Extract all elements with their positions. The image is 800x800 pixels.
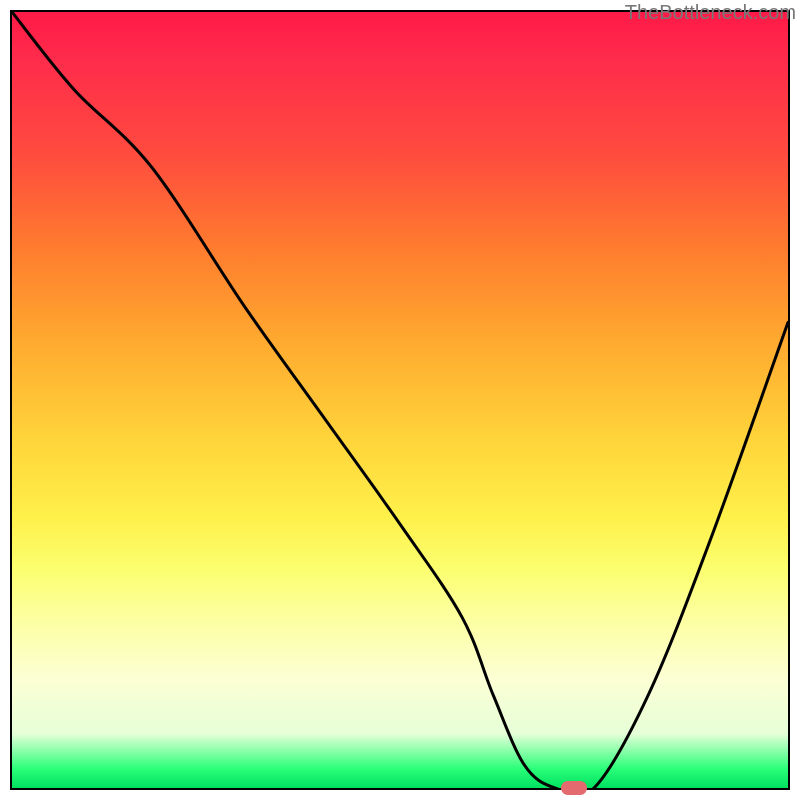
bottleneck-curve xyxy=(12,12,788,788)
attribution-text: TheBottleneck.com xyxy=(625,2,796,25)
optimal-marker xyxy=(561,781,587,795)
plot-area xyxy=(10,10,790,790)
